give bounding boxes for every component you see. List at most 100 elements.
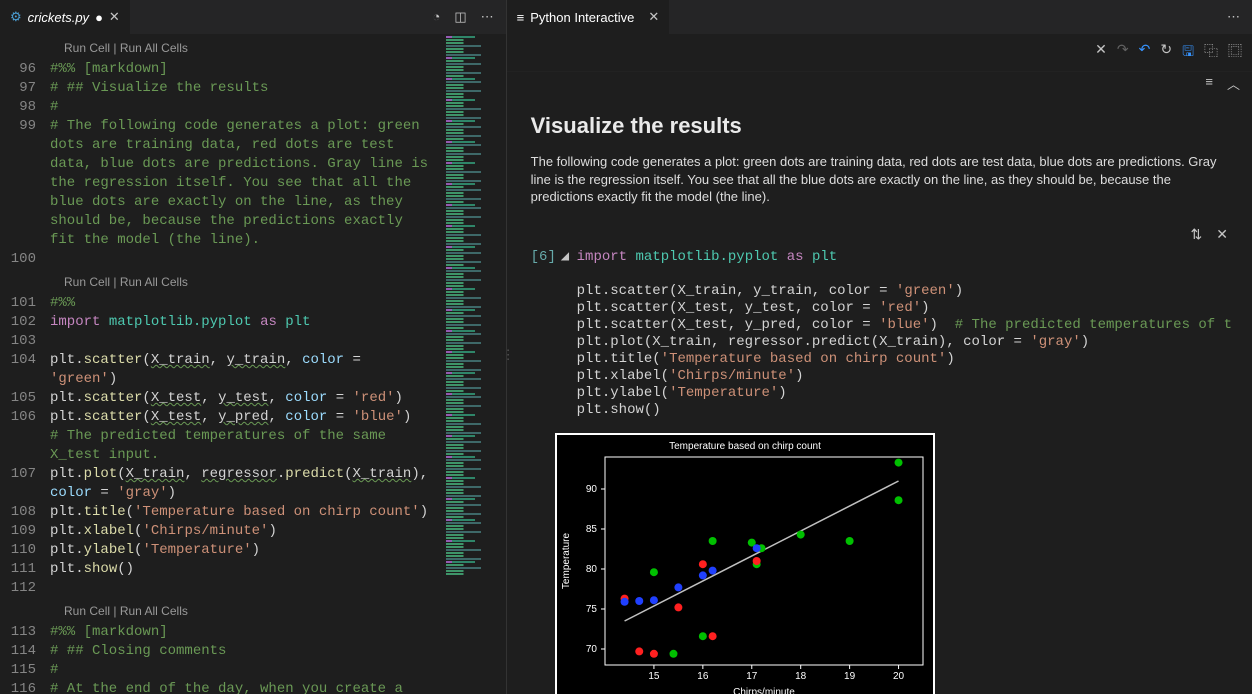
editor-line[interactable]: 109plt.xlabel('Chirps/minute') xyxy=(0,522,506,541)
line-code: import matplotlib.pyplot as plt xyxy=(50,313,506,332)
editor-line[interactable]: 112 xyxy=(0,579,506,598)
interactive-output[interactable]: Visualize the results The following code… xyxy=(507,95,1252,694)
chart-output: Temperature based on chirp count15161718… xyxy=(555,433,935,694)
interactive-icon: ≡ xyxy=(517,10,525,25)
output-paragraph: The following code generates a plot: gre… xyxy=(531,153,1232,206)
editor-line[interactable]: 111plt.show() xyxy=(0,560,506,579)
svg-text:15: 15 xyxy=(648,671,660,682)
line-code: # The following code generates a plot: g… xyxy=(50,117,506,250)
editor-area[interactable]: Run Cell | Run All Cells96#%% [markdown]… xyxy=(0,35,506,694)
line-number: 111 xyxy=(0,560,50,579)
editor-tabbar: ⚙ crickets.py ● ✕ ◔ ◫ ⋯ xyxy=(0,0,506,35)
editor-tab-crickets[interactable]: ⚙ crickets.py ● ✕ xyxy=(0,0,130,35)
expand-icon[interactable]: ⿴ xyxy=(1228,41,1242,65)
run-above-icon[interactable]: ◔ xyxy=(433,9,441,25)
editor-panel: ⚙ crickets.py ● ✕ ◔ ◫ ⋯ Run Cell | Run A… xyxy=(0,0,507,694)
editor-line[interactable]: 103 xyxy=(0,332,506,351)
close-tab-icon[interactable]: ✕ xyxy=(109,9,120,25)
split-editor-icon[interactable]: ◫ xyxy=(454,9,466,25)
svg-text:Temperature: Temperature xyxy=(561,532,572,589)
line-code: #%% [markdown] xyxy=(50,60,506,79)
close-interactive-icon[interactable]: ✕ xyxy=(648,9,659,25)
codelens[interactable]: Run Cell | Run All Cells xyxy=(0,269,506,294)
interactive-tab[interactable]: ≡ Python Interactive ✕ xyxy=(507,0,670,35)
editor-line[interactable]: 98# xyxy=(0,98,506,117)
split-drag-handle[interactable]: ⋮ xyxy=(502,347,510,387)
svg-text:70: 70 xyxy=(586,644,598,655)
python-file-icon: ⚙ xyxy=(10,9,22,25)
editor-line[interactable]: 114# ## Closing comments xyxy=(0,642,506,661)
line-code: # xyxy=(50,98,506,117)
svg-text:80: 80 xyxy=(586,564,598,575)
editor-line[interactable]: 99# The following code generates a plot:… xyxy=(0,117,506,250)
line-number: 110 xyxy=(0,541,50,560)
interactive-tabbar: ≡ Python Interactive ✕ ⋯ xyxy=(507,0,1252,35)
restart-icon[interactable]: ↻ xyxy=(1160,41,1172,65)
line-number: 96 xyxy=(0,60,50,79)
exec-count: [6] xyxy=(531,249,561,419)
close-icon[interactable]: ✕ xyxy=(1095,41,1107,65)
cell-close-icon[interactable]: ✕ xyxy=(1216,226,1228,243)
editor-line[interactable]: 102import matplotlib.pyplot as plt xyxy=(0,313,506,332)
line-number: 112 xyxy=(0,579,50,598)
svg-text:90: 90 xyxy=(586,484,598,495)
line-code: plt.plot(X_train, regressor.predict(X_tr… xyxy=(50,465,506,503)
cell-code: import matplotlib.pyplot as plt plt.scat… xyxy=(577,249,1232,419)
settings-icon[interactable]: ≡ xyxy=(1205,74,1213,93)
save-icon[interactable]: 🖫 xyxy=(1182,41,1194,65)
more-actions-icon[interactable]: ⋯ xyxy=(481,9,494,25)
svg-text:75: 75 xyxy=(586,604,598,615)
line-number: 97 xyxy=(0,79,50,98)
editor-line[interactable]: 110plt.ylabel('Temperature') xyxy=(0,541,506,560)
line-number: 98 xyxy=(0,98,50,117)
line-code: plt.title('Temperature based on chirp co… xyxy=(50,503,506,522)
editor-line[interactable]: 97# ## Visualize the results xyxy=(0,79,506,98)
editor-tab-actions: ◔ ◫ ⋯ xyxy=(433,9,506,25)
interactive-panel: ≡ Python Interactive ✕ ⋯ ✕ ↷ ↶ ↻ 🖫 ⿻ ⿴ ≡… xyxy=(507,0,1252,694)
line-code: # ## Visualize the results xyxy=(50,79,506,98)
codelens[interactable]: Run Cell | Run All Cells xyxy=(0,35,506,60)
svg-text:20: 20 xyxy=(893,671,905,682)
editor-line[interactable]: 116# At the end of the day, when you cre… xyxy=(0,680,506,694)
line-number: 107 xyxy=(0,465,50,503)
line-code: plt.scatter(X_test, y_test, color = 'red… xyxy=(50,389,506,408)
editor-line[interactable]: 115# xyxy=(0,661,506,680)
line-code: # xyxy=(50,661,506,680)
editor-line[interactable]: 108plt.title('Temperature based on chirp… xyxy=(0,503,506,522)
minimap[interactable] xyxy=(444,35,506,694)
line-number: 114 xyxy=(0,642,50,661)
line-code: # At the end of the day, when you create… xyxy=(50,680,506,694)
editor-line[interactable]: 113#%% [markdown] xyxy=(0,623,506,642)
editor-line[interactable]: 96#%% [markdown] xyxy=(0,60,506,79)
redo-icon[interactable]: ↷ xyxy=(1117,41,1129,65)
editor-line[interactable]: 105plt.scatter(X_test, y_test, color = '… xyxy=(0,389,506,408)
line-code: plt.scatter(X_train, y_train, color = 'g… xyxy=(50,351,506,389)
line-number: 99 xyxy=(0,117,50,250)
line-number: 108 xyxy=(0,503,50,522)
editor-line[interactable]: 107plt.plot(X_train, regressor.predict(X… xyxy=(0,465,506,503)
editor-line[interactable]: 104plt.scatter(X_train, y_train, color =… xyxy=(0,351,506,389)
svg-text:17: 17 xyxy=(746,671,758,682)
collapse-up-icon[interactable]: ︿ xyxy=(1227,74,1240,93)
line-number: 104 xyxy=(0,351,50,389)
svg-text:Chirps/minute: Chirps/minute xyxy=(733,687,795,694)
line-number: 101 xyxy=(0,294,50,313)
modified-dot-icon: ● xyxy=(95,10,103,25)
editor-line[interactable]: 106plt.scatter(X_test, y_pred, color = '… xyxy=(0,408,506,465)
collapse-cell-icon[interactable]: ◢ xyxy=(561,249,577,419)
line-code: #%% [markdown] xyxy=(50,623,506,642)
output-heading: Visualize the results xyxy=(531,113,1232,139)
line-number: 116 xyxy=(0,680,50,694)
cell-settings-icon[interactable]: ⇅ xyxy=(1191,226,1203,243)
line-code xyxy=(50,332,506,351)
undo-icon[interactable]: ↶ xyxy=(1139,41,1151,65)
editor-line[interactable]: 101#%% xyxy=(0,294,506,313)
line-code: plt.show() xyxy=(50,560,506,579)
line-code xyxy=(50,579,506,598)
editor-line[interactable]: 100 xyxy=(0,250,506,269)
copy-icon[interactable]: ⿻ xyxy=(1204,41,1218,65)
chart-svg: Temperature based on chirp count15161718… xyxy=(557,435,933,694)
codelens[interactable]: Run Cell | Run All Cells xyxy=(0,598,506,623)
more-actions-icon[interactable]: ⋯ xyxy=(1227,9,1240,25)
line-number: 103 xyxy=(0,332,50,351)
